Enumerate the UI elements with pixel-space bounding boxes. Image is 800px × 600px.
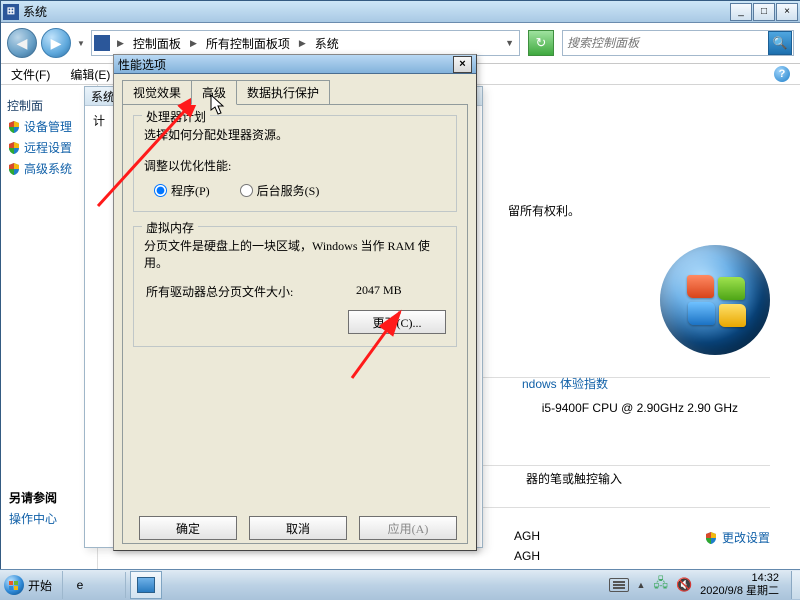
processor-scheduling-group: 处理器计划 选择如何分配处理器资源。 调整以优化性能: 程序(P) 后台服务(S… (133, 115, 457, 212)
tab-system[interactable]: 系统 (91, 88, 115, 105)
cpu-info: i5-9400F CPU @ 2.90GHz 2.90 GHz (542, 401, 738, 415)
search-button[interactable]: 🔍 (768, 31, 792, 55)
explorer-icon[interactable] (95, 572, 121, 598)
search-input[interactable] (563, 36, 768, 50)
chevron-right-icon[interactable]: ▶ (187, 38, 200, 49)
start-button[interactable]: 开始 (0, 571, 63, 599)
crumb-all-items[interactable]: 所有控制面板项 (200, 32, 296, 54)
task-system-window[interactable] (130, 571, 162, 599)
show-desktop-button[interactable] (791, 571, 800, 599)
adjust-label: 调整以优化性能: (144, 157, 446, 174)
forward-button[interactable]: ▶ (41, 28, 71, 58)
divider (470, 367, 770, 388)
keyboard-icon[interactable] (609, 578, 629, 592)
nav-history-dropdown[interactable]: ▼ (75, 29, 87, 57)
radio-programs[interactable]: 程序(P) (154, 182, 210, 199)
cancel-button[interactable]: 取消 (249, 516, 347, 540)
crumb-control-panel[interactable]: 控制面板 (127, 32, 187, 54)
apply-button[interactable]: 应用(A) (359, 516, 457, 540)
clock-date: 2020/9/8 星期二 (700, 585, 779, 598)
radio-programs-input[interactable] (154, 184, 167, 197)
nav-action-center[interactable]: 操作中心 (9, 510, 57, 527)
quick-launch: e (63, 572, 126, 598)
clock-time: 14:32 (700, 572, 779, 585)
windows-logo (660, 245, 770, 355)
back-button[interactable]: ◀ (7, 28, 37, 58)
change-settings-link[interactable]: 更改设置 (722, 529, 770, 546)
volume-icon[interactable]: 🔇 (676, 577, 692, 593)
vm-desc: 分页文件是硬盘上的一块区域，Windows 当作 RAM 使用。 (144, 237, 446, 271)
start-label: 开始 (28, 577, 52, 594)
taskbar[interactable]: 开始 e ▲ 🖧 🔇 14:32 2020/9/8 星期二 (0, 569, 800, 600)
monitor-icon (137, 577, 155, 593)
system-icon: ⊞ (3, 4, 19, 20)
dialog-button-row: 确定 取消 应用(A) (114, 516, 476, 540)
vm-total-label: 所有驱动器总分页文件大小: (146, 283, 356, 300)
advanced-tab-panel: 处理器计划 选择如何分配处理器资源。 调整以优化性能: 程序(P) 后台服务(S… (122, 104, 468, 544)
pen-touch-info: 器的笔或触控输入 (526, 470, 622, 487)
shield-icon (7, 141, 21, 155)
group-legend: 处理器计划 (142, 108, 210, 125)
crumb-system[interactable]: 系统 (309, 32, 345, 54)
start-orb-icon (4, 575, 24, 595)
window-title: 系统 (23, 3, 730, 20)
computer-icon (94, 35, 110, 51)
chevron-right-icon[interactable]: ▶ (296, 38, 309, 49)
see-also-header: 另请参阅 (9, 489, 57, 506)
titlebar[interactable]: ⊞ 系统 _ □ × (1, 1, 800, 23)
performance-options-dialog: 性能选项 × 视觉效果 高级 数据执行保护 处理器计划 选择如何分配处理器资源。… (113, 54, 477, 551)
radio-background[interactable]: 后台服务(S) (240, 182, 320, 199)
computer-name: AGH (514, 529, 540, 543)
radio-background-input[interactable] (240, 184, 253, 197)
tab-visual-effects[interactable]: 视觉效果 (122, 80, 192, 104)
chevron-down-icon[interactable]: ▼ (502, 38, 517, 48)
divider (470, 497, 770, 518)
vm-change-button[interactable]: 更改(C)... (348, 310, 446, 334)
dialog-close-button[interactable]: × (453, 56, 472, 73)
ok-button[interactable]: 确定 (139, 516, 237, 540)
shield-icon (7, 120, 21, 134)
dialog-titlebar[interactable]: 性能选项 × (114, 55, 476, 74)
vm-total-value: 2047 MB (356, 283, 446, 300)
system-tray: ▲ 🖧 🔇 14:32 2020/9/8 星期二 (603, 572, 787, 598)
refresh-button[interactable]: ↻ (528, 30, 554, 56)
tray-expand-icon[interactable]: ▲ (637, 580, 646, 590)
maximize-button[interactable]: □ (753, 3, 775, 21)
see-also: 另请参阅 操作中心 (9, 489, 57, 531)
menu-file[interactable]: 文件(F) (5, 64, 56, 85)
dialog-title: 性能选项 (118, 56, 453, 73)
tab-dep[interactable]: 数据执行保护 (236, 80, 330, 104)
menu-edit[interactable]: 编辑(E) (64, 64, 116, 85)
close-button[interactable]: × (776, 3, 798, 21)
ie-icon[interactable]: e (67, 572, 93, 598)
search-box[interactable]: 🔍 (562, 30, 794, 56)
sched-desc: 选择如何分配处理器资源。 (144, 126, 446, 143)
full-name: AGH (514, 549, 540, 563)
dialog-tabs: 视觉效果 高级 数据执行保护 (122, 80, 476, 104)
help-icon[interactable]: ? (774, 66, 790, 82)
minimize-button[interactable]: _ (730, 3, 752, 21)
network-icon[interactable]: 🖧 (653, 574, 668, 596)
chevron-right-icon[interactable]: ▶ (114, 38, 127, 49)
virtual-memory-group: 虚拟内存 分页文件是硬盘上的一块区域，Windows 当作 RAM 使用。 所有… (133, 226, 457, 347)
clock[interactable]: 14:32 2020/9/8 星期二 (700, 572, 781, 598)
group-legend: 虚拟内存 (142, 219, 198, 236)
shield-icon (704, 531, 718, 545)
wei-link[interactable]: ndows 体验指数 (522, 377, 608, 391)
breadcrumb[interactable]: ▶ 控制面板 ▶ 所有控制面板项 ▶ 系统 ▼ (91, 30, 520, 56)
tab-advanced[interactable]: 高级 (191, 80, 237, 105)
shield-icon (7, 162, 21, 176)
rights-text: 留所有权利。 (508, 202, 580, 219)
